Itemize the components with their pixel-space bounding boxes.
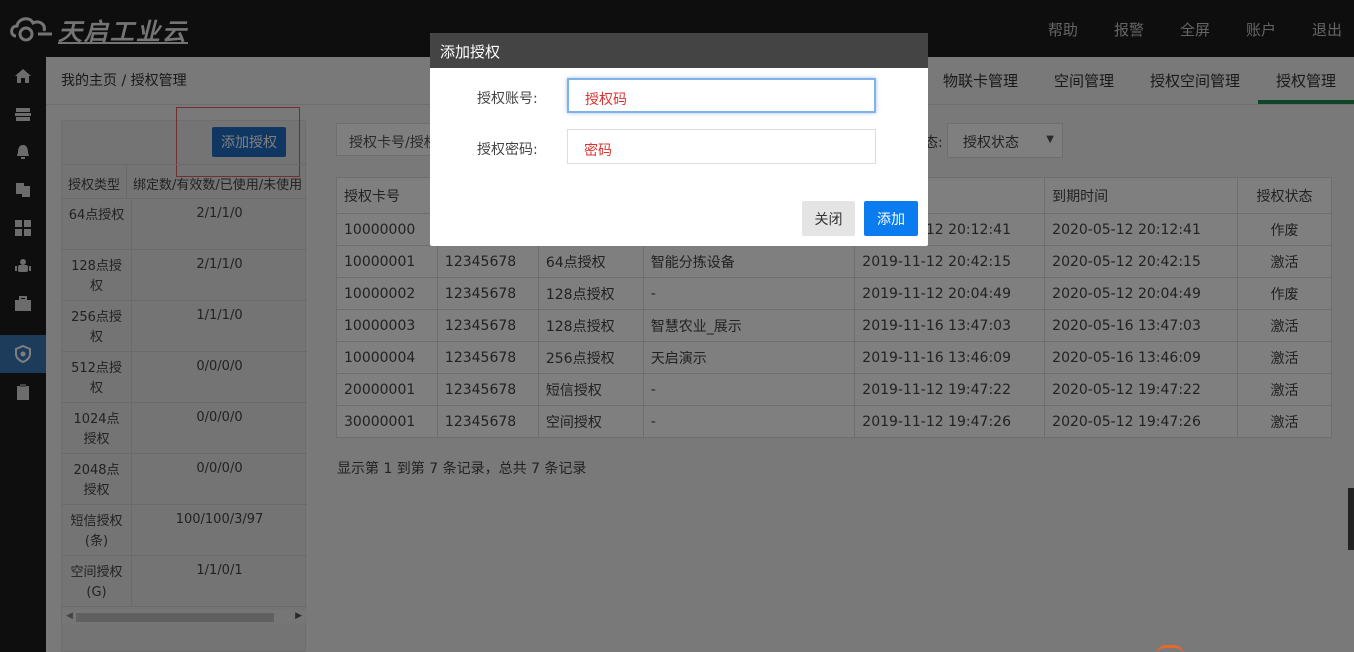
add-authorization-dialog: 添加授权 授权账号: 授权密码: 关闭 添加	[430, 33, 928, 246]
account-label: 授权账号:	[477, 91, 538, 107]
confirm-add-button[interactable]: 添加	[864, 201, 918, 236]
dialog-title: 添加授权	[430, 33, 928, 68]
close-button[interactable]: 关闭	[802, 201, 855, 236]
password-label: 授权密码:	[477, 142, 538, 158]
edge-handle[interactable]	[1348, 488, 1354, 550]
corner-decoration	[1156, 645, 1184, 652]
auth-account-input[interactable]	[567, 78, 876, 113]
auth-password-input[interactable]	[567, 129, 876, 164]
